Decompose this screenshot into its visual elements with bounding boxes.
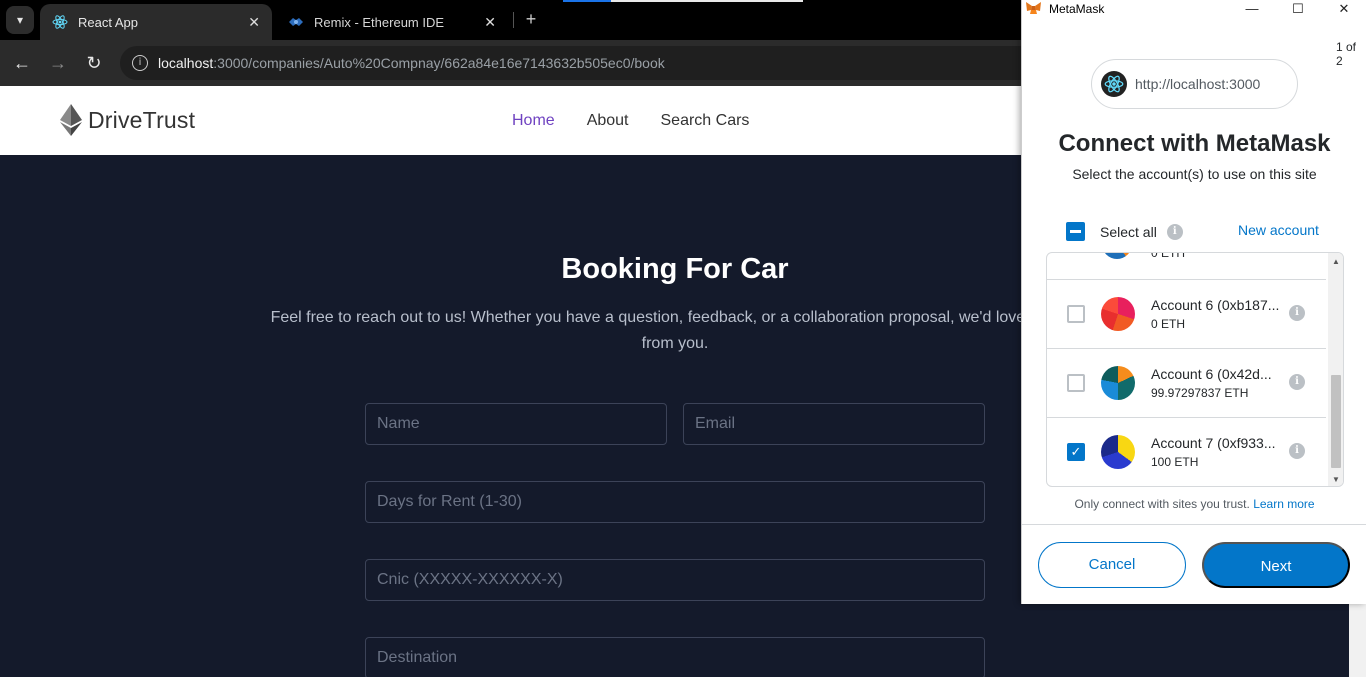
metamask-popup: MetaMask — ☐ ✕ 1 of 2 http://localhost:3… [1021,0,1366,604]
destination-input[interactable]: Destination [365,637,985,677]
account-row[interactable]: Account 6 (0x42d... 99.97297837 ETH i [1047,348,1326,417]
account-avatar [1101,435,1135,469]
footer-divider [1022,524,1366,525]
remix-icon [289,18,303,26]
tab-separator [513,12,514,28]
site-info-icon[interactable]: i [132,55,148,71]
cnic-input[interactable]: Cnic (XXXXX-XXXXXX-X) [365,559,985,601]
nav-search-cars[interactable]: Search Cars [661,112,750,130]
new-tab-button[interactable]: + [520,8,542,30]
scroll-up-icon[interactable]: ▲ [1331,257,1341,266]
name-input[interactable]: Name [365,403,667,445]
ethereum-icon [60,104,82,136]
cancel-button[interactable]: Cancel [1038,542,1186,588]
account-avatar [1101,297,1135,331]
brand-name: DriveTrust [88,106,196,133]
account-row[interactable]: Account 6 (0xb187... 0 ETH i [1047,279,1326,348]
close-icon[interactable]: ✕ [248,14,260,31]
select-all-row: Select all i [1066,222,1183,241]
account-balance: 99.97297837 ETH [1151,386,1249,400]
main-nav: Home About Search Cars [512,112,749,130]
email-input[interactable]: Email [683,403,985,445]
account-balance: 0 ETH [1151,317,1186,331]
react-icon [52,15,68,29]
account-checkbox-checked[interactable]: ✓ [1067,443,1085,461]
account-name: Account 6 (0x42d... [1151,366,1272,382]
connect-subheading: Select the account(s) to use on this sit… [1072,166,1317,182]
close-icon[interactable]: ✕ [1332,0,1356,17]
minimize-icon[interactable]: — [1240,0,1264,17]
select-all-label: Select all [1100,223,1157,240]
new-account-link[interactable]: New account [1238,222,1319,238]
account-avatar [1102,253,1132,259]
account-avatar [1101,366,1135,400]
forward-arrow-icon[interactable]: → [46,51,70,75]
scroll-down-icon[interactable]: ▼ [1331,475,1341,484]
metamask-fox-icon [1026,2,1041,14]
info-icon[interactable]: i [1289,443,1305,459]
site-origin: http://localhost:3000 [1135,76,1261,92]
site-origin-pill: http://localhost:3000 [1091,59,1298,109]
url-host: localhost [158,55,214,71]
react-icon [1101,71,1127,97]
page-indicator: 1 of 2 [1336,40,1357,68]
info-icon[interactable]: i [1289,374,1305,390]
tab-title: Remix - Ethereum IDE [314,14,445,30]
reload-icon[interactable]: ↻ [82,51,106,75]
next-button[interactable]: Next [1202,542,1350,588]
account-balance: 100 ETH [1151,455,1199,469]
trust-note: Only connect with sites you trust. Learn… [1022,497,1366,511]
select-all-checkbox[interactable] [1066,222,1085,241]
connect-heading: Connect with MetaMask [1058,130,1331,157]
close-icon[interactable]: ✕ [484,14,496,31]
account-list: 0 ETH Account 6 (0xb187... 0 ETH i Accou… [1046,252,1344,487]
account-name: Account 7 (0xf933... [1151,435,1276,451]
tab-remix[interactable]: Remix - Ethereum IDE ✕ [276,4,508,40]
days-input[interactable]: Days for Rent (1-30) [365,481,985,523]
metamask-window-title: MetaMask [1049,1,1105,16]
url-path: :3000/companies/Auto%20Compnay/662a84e16… [213,55,665,71]
nav-home[interactable]: Home [512,112,555,130]
maximize-icon[interactable]: ☐ [1286,0,1310,17]
info-icon[interactable]: i [1289,305,1305,321]
account-list-scrollbar[interactable]: ▲ ▼ [1328,253,1343,486]
info-icon[interactable]: i [1166,223,1183,240]
back-arrow-icon[interactable]: ← [10,51,34,75]
brand-logo[interactable]: DriveTrust [60,104,195,136]
account-row[interactable]: ✓ Account 7 (0xf933... 100 ETH i [1047,417,1326,486]
tab-title: React App [78,14,138,30]
tab-search-dropdown[interactable]: ▾ [6,6,34,34]
scroll-thumb[interactable] [1331,375,1341,468]
account-balance: 0 ETH [1151,252,1186,260]
page-subtitle: Feel free to reach out to us! Whether yo… [270,309,1080,352]
tab-react-app[interactable]: React App ✕ [40,4,272,40]
loading-bar [563,0,803,2]
account-checkbox[interactable] [1067,305,1085,323]
learn-more-link[interactable]: Learn more [1253,497,1314,511]
trust-note-text: Only connect with sites you trust. [1074,497,1250,511]
nav-about[interactable]: About [587,112,629,130]
address-bar[interactable]: i localhost:3000/companies/Auto%20Compna… [120,46,1040,80]
account-name: Account 6 (0xb187... [1151,297,1280,313]
metamask-titlebar: MetaMask — ☐ ✕ [1022,0,1366,17]
account-checkbox[interactable] [1067,374,1085,392]
